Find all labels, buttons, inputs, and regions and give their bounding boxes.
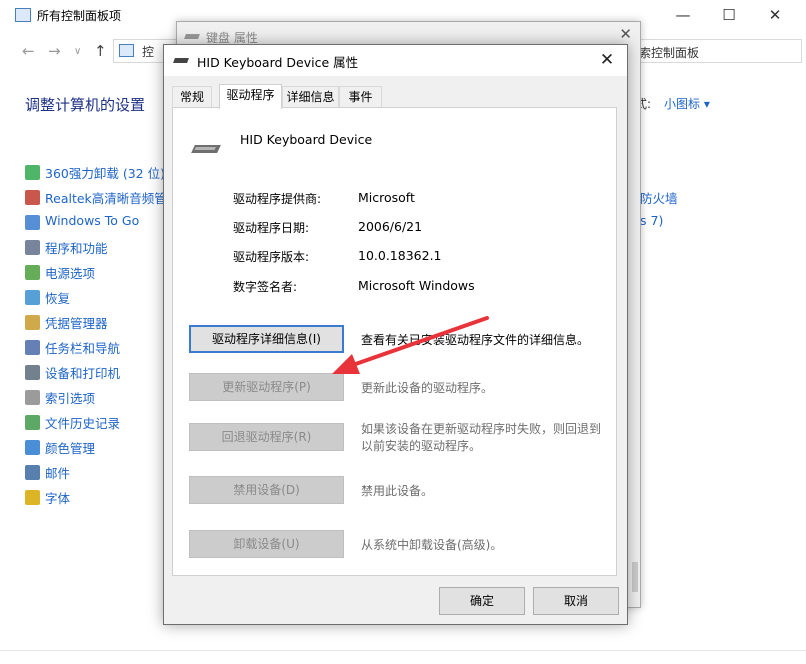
- control-panel-item-label: Windows To Go: [45, 213, 140, 228]
- provider-label: 驱动程序提供商:: [233, 192, 322, 206]
- maximize-icon[interactable]: ☐: [706, 0, 752, 31]
- control-panel-item-icon: [25, 340, 40, 355]
- minimize-icon[interactable]: —: [660, 0, 706, 31]
- control-panel-item-label: Realtek高清晰音频管: [45, 191, 167, 206]
- keyboard-window-scroll-edge: [632, 562, 638, 592]
- control-panel-item-label: 凭据管理器: [45, 316, 108, 331]
- signer-value: Microsoft Windows: [358, 278, 475, 293]
- ok-button[interactable]: 确定: [439, 587, 525, 615]
- signer-label: 数字签名者:: [233, 280, 298, 294]
- control-panel-item-label: 字体: [45, 491, 71, 506]
- control-panel-item-label: 恢复: [45, 291, 71, 306]
- view-by-dropdown[interactable]: 小图标 ▾: [664, 95, 710, 112]
- update-driver-desc: 更新此设备的驱动程序。: [361, 381, 494, 395]
- control-panel-item-label: 文件历史记录: [45, 416, 121, 431]
- control-panel-item-icon: [25, 240, 40, 255]
- search-input[interactable]: 索控制面板: [632, 39, 802, 63]
- control-panel-item-icon: [25, 315, 40, 330]
- control-panel-item-icon: [25, 190, 40, 205]
- driver-details-desc: 查看有关已安装驱动程序文件的详细信息。: [361, 333, 590, 347]
- control-panel-item-icon: [25, 265, 40, 280]
- date-value: 2006/6/21: [358, 219, 423, 234]
- recent-dropdown-icon[interactable]: ∨: [74, 46, 81, 57]
- back-icon[interactable]: ←: [22, 42, 35, 60]
- keyboard-icon: [173, 58, 189, 63]
- dialog-close-icon[interactable]: ✕: [587, 45, 627, 76]
- control-panel-title: 所有控制面板项: [37, 9, 122, 23]
- dialog-title: HID Keyboard Device 属性: [197, 55, 359, 70]
- keyboard-device-icon: [191, 145, 221, 153]
- control-panel-small-icon: [119, 44, 134, 57]
- control-panel-item-icon: [25, 415, 40, 430]
- version-label: 驱动程序版本:: [233, 250, 310, 264]
- tab-events[interactable]: 事件: [339, 86, 382, 107]
- control-panel-item-label: 邮件: [45, 466, 71, 481]
- update-driver-button[interactable]: 更新驱动程序(P): [189, 373, 344, 401]
- status-bar: [0, 650, 806, 664]
- date-label: 驱动程序日期:: [233, 221, 310, 235]
- control-panel-item-firewall[interactable]: 防火墙: [640, 188, 678, 207]
- control-panel-item-icon: [25, 215, 40, 230]
- keyboard-window-close-icon[interactable]: ✕: [619, 25, 632, 43]
- disable-device-desc: 禁用此设备。: [361, 484, 434, 498]
- control-panel-item-icon: [25, 390, 40, 405]
- control-panel-item-label: 索引选项: [45, 391, 96, 406]
- tab-general[interactable]: 常规: [172, 86, 212, 107]
- provider-value: Microsoft: [358, 190, 415, 205]
- control-panel-item-label: 颜色管理: [45, 441, 96, 456]
- device-name: HID Keyboard Device: [240, 132, 373, 147]
- control-panel-item-icon: [25, 490, 40, 505]
- address-text: 控: [142, 45, 155, 59]
- control-panel-item-icon: [25, 290, 40, 305]
- close-icon[interactable]: ✕: [752, 0, 798, 31]
- dialog-titlebar: HID Keyboard Device 属性 ✕: [164, 45, 627, 76]
- control-panel-icon: [15, 8, 31, 22]
- control-panel-item-icon: [25, 440, 40, 455]
- page-title: 调整计算机的设置: [25, 96, 146, 114]
- cancel-button[interactable]: 取消: [533, 587, 619, 615]
- uninstall-device-desc: 从系统中卸载设备(高级)。: [361, 538, 503, 552]
- control-panel-item-icon: [25, 165, 40, 180]
- control-panel-item-label: 电源选项: [45, 266, 96, 281]
- driver-details-button[interactable]: 驱动程序详细信息(I): [189, 325, 344, 353]
- control-panel-item-windows7[interactable]: s 7): [640, 213, 663, 228]
- forward-icon[interactable]: →: [48, 42, 61, 60]
- control-panel-item-label: 任务栏和导航: [45, 341, 121, 356]
- up-icon[interactable]: ↑: [94, 42, 107, 60]
- rollback-driver-desc: 如果该设备在更新驱动程序时失败，则回退到以前安装的驱动程序。: [361, 422, 602, 453]
- control-panel-item-icon: [25, 465, 40, 480]
- uninstall-device-button[interactable]: 卸载设备(U): [189, 530, 344, 558]
- control-panel-item-label: 程序和功能: [45, 241, 108, 256]
- control-panel-item-label: 设备和打印机: [45, 366, 121, 381]
- control-panel-item-label: 360强力卸载 (32 位): [45, 166, 165, 181]
- driver-tab-panel: HID Keyboard Device 驱动程序提供商: Microsoft 驱…: [172, 107, 617, 576]
- hid-properties-dialog: HID Keyboard Device 属性 ✕ 常规 驱动程序 详细信息 事件…: [163, 44, 628, 625]
- keyboard-icon: [184, 34, 200, 39]
- rollback-driver-button[interactable]: 回退驱动程序(R): [189, 423, 344, 451]
- disable-device-button[interactable]: 禁用设备(D): [189, 476, 344, 504]
- version-value: 10.0.18362.1: [358, 248, 442, 263]
- control-panel-item-icon: [25, 365, 40, 380]
- tab-driver[interactable]: 驱动程序: [219, 84, 282, 109]
- tab-details[interactable]: 详细信息: [282, 86, 339, 107]
